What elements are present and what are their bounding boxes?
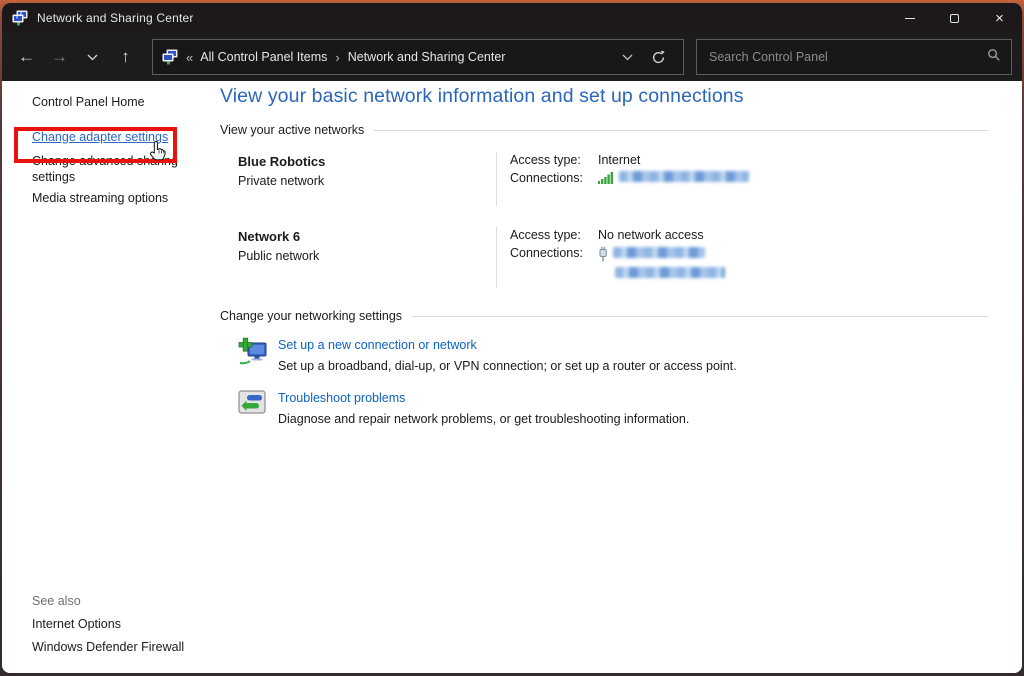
sidebar: Control Panel Home Change adapter settin…: [2, 81, 218, 673]
troubleshoot-icon: [238, 389, 268, 426]
networking-settings-label: Change your networking settings: [220, 309, 402, 323]
address-bar[interactable]: « All Control Panel Items › Network and …: [152, 39, 684, 75]
breadcrumb-collapse-chevron[interactable]: «: [186, 50, 193, 65]
breadcrumb-item-network-sharing-center[interactable]: Network and Sharing Center: [348, 50, 506, 64]
search-box: [696, 39, 1012, 75]
network-sharing-center-window: Network and Sharing Center × ← → ↑: [0, 0, 1024, 676]
network-app-icon: [12, 10, 28, 26]
setup-connection-description: Set up a broadband, dial-up, or VPN conn…: [278, 359, 737, 373]
access-type-value: No network access: [598, 228, 725, 242]
network-row-network-6: Network 6 Public network Access type: No…: [238, 227, 988, 288]
wifi-signal-icon: [598, 171, 614, 187]
active-networks-label: View your active networks: [220, 123, 364, 137]
see-also-section: See also Internet Options Windows Defend…: [32, 594, 184, 663]
network-name: Network 6: [238, 229, 496, 244]
access-type-label: Access type:: [510, 153, 598, 167]
network-row-blue-robotics: Blue Robotics Private network Access typ…: [238, 152, 988, 206]
redacted-connection-name: [615, 267, 725, 278]
access-type-value: Internet: [598, 153, 749, 167]
networking-settings-section-header: Change your networking settings: [220, 309, 988, 323]
sidebar-item-internet-options[interactable]: Internet Options: [32, 617, 184, 631]
setup-connection-item: Set up a new connection or network Set u…: [238, 336, 988, 373]
network-identity: Network 6 Public network: [238, 227, 496, 288]
active-networks-section-header: View your active networks: [220, 123, 988, 137]
connection-link-redacted[interactable]: [613, 267, 725, 281]
minimize-button[interactable]: [887, 3, 932, 33]
connections-label: Connections:: [510, 171, 598, 185]
network-details: Access type: Internet Connections:: [496, 152, 749, 206]
breadcrumb-item-all-control-panel-items[interactable]: All Control Panel Items: [200, 50, 327, 64]
active-networks-list: Blue Robotics Private network Access typ…: [220, 152, 988, 288]
title-bar: Network and Sharing Center ×: [2, 3, 1022, 33]
window-body: Control Panel Home Change adapter settin…: [2, 81, 1022, 673]
redacted-connection-name: [619, 171, 749, 182]
sidebar-item-control-panel-home[interactable]: Control Panel Home: [32, 95, 218, 109]
access-type-label: Access type:: [510, 228, 598, 242]
connection-link-redacted[interactable]: [619, 171, 749, 185]
sidebar-item-change-adapter-settings[interactable]: Change adapter settings: [32, 130, 218, 144]
breadcrumb-separator-icon: ›: [335, 50, 339, 65]
connection-link-redacted[interactable]: [613, 247, 725, 261]
recent-pages-dropdown[interactable]: [76, 40, 109, 74]
setup-connection-link[interactable]: Set up a new connection or network: [278, 338, 477, 352]
window-title: Network and Sharing Center: [37, 11, 194, 25]
search-icon[interactable]: [987, 48, 1001, 67]
networking-settings-list: Set up a new connection or network Set u…: [220, 336, 988, 426]
sidebar-item-windows-defender-firewall[interactable]: Windows Defender Firewall: [32, 640, 184, 654]
section-divider: [374, 130, 988, 131]
network-type: Public network: [238, 249, 496, 263]
sidebar-item-change-advanced-sharing-settings[interactable]: Change advanced sharing settings: [32, 153, 182, 185]
close-button[interactable]: ×: [977, 3, 1022, 33]
network-details: Access type: No network access Connectio…: [496, 227, 725, 288]
window: Network and Sharing Center × ← → ↑: [2, 3, 1022, 673]
network-type: Private network: [238, 174, 496, 188]
page-title: View your basic network information and …: [220, 85, 988, 108]
search-input[interactable]: [709, 50, 987, 64]
network-identity: Blue Robotics Private network: [238, 152, 496, 206]
breadcrumb-app-icon: [162, 49, 178, 65]
address-dropdown-button[interactable]: [613, 40, 642, 74]
window-controls: ×: [887, 3, 1022, 33]
ethernet-icon: [598, 246, 608, 265]
connections-label: Connections:: [510, 246, 598, 260]
redacted-connection-name: [613, 247, 705, 258]
back-button[interactable]: ←: [10, 40, 43, 74]
see-also-label: See also: [32, 594, 184, 608]
sidebar-item-media-streaming-options[interactable]: Media streaming options: [32, 191, 218, 205]
navigation-bar: ← → ↑ « All Control Panel Items: [2, 33, 1022, 81]
refresh-button[interactable]: [642, 40, 675, 74]
section-divider: [412, 316, 988, 317]
troubleshoot-link[interactable]: Troubleshoot problems: [278, 391, 405, 405]
maximize-button[interactable]: [932, 3, 977, 33]
forward-button[interactable]: →: [43, 40, 76, 74]
main-content: View your basic network information and …: [218, 81, 1022, 673]
up-button[interactable]: ↑: [109, 40, 142, 74]
setup-connection-icon: [238, 336, 268, 373]
troubleshoot-item: Troubleshoot problems Diagnose and repai…: [238, 389, 988, 426]
network-name: Blue Robotics: [238, 154, 496, 169]
troubleshoot-description: Diagnose and repair network problems, or…: [278, 412, 689, 426]
